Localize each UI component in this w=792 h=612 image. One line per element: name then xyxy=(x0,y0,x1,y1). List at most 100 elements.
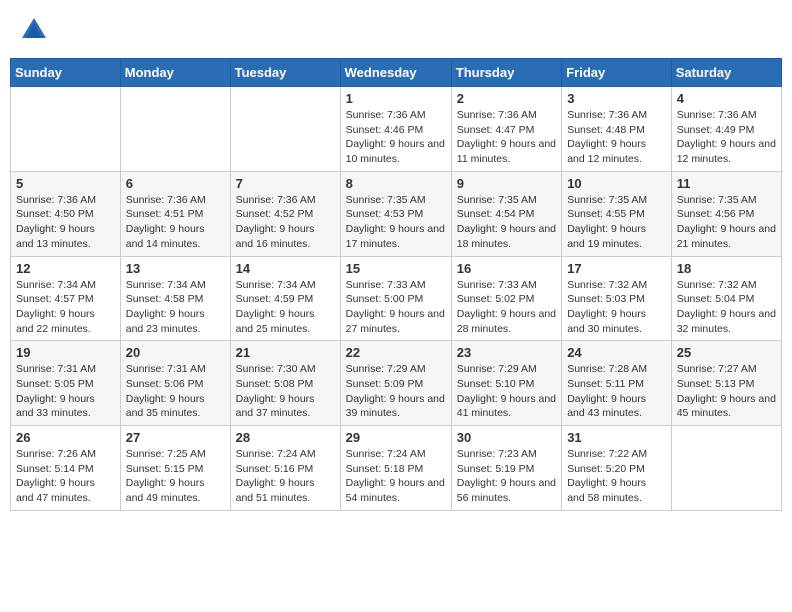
day-number: 24 xyxy=(567,345,666,360)
day-info: Sunrise: 7:36 AM Sunset: 4:46 PM Dayligh… xyxy=(346,108,446,167)
calendar-cell: 4 Sunrise: 7:36 AM Sunset: 4:49 PM Daylig… xyxy=(671,87,781,172)
calendar-cell: 27 Sunrise: 7:25 AM Sunset: 5:15 PM Dayli… xyxy=(120,426,230,511)
calendar-header-row: SundayMondayTuesdayWednesdayThursdayFrid… xyxy=(11,59,782,87)
logo xyxy=(18,14,54,46)
day-number: 2 xyxy=(457,91,556,106)
calendar-cell: 25 Sunrise: 7:27 AM Sunset: 5:13 PM Dayli… xyxy=(671,341,781,426)
calendar-week-row: 1 Sunrise: 7:36 AM Sunset: 4:46 PM Daylig… xyxy=(11,87,782,172)
weekday-header: Tuesday xyxy=(230,59,340,87)
calendar-cell: 24 Sunrise: 7:28 AM Sunset: 5:11 PM Dayli… xyxy=(562,341,672,426)
day-number: 16 xyxy=(457,261,556,276)
day-number: 10 xyxy=(567,176,666,191)
day-info: Sunrise: 7:29 AM Sunset: 5:09 PM Dayligh… xyxy=(346,362,446,421)
day-number: 21 xyxy=(236,345,335,360)
calendar-cell: 16 Sunrise: 7:33 AM Sunset: 5:02 PM Dayli… xyxy=(451,256,561,341)
day-number: 9 xyxy=(457,176,556,191)
day-info: Sunrise: 7:31 AM Sunset: 5:05 PM Dayligh… xyxy=(16,362,115,421)
day-number: 15 xyxy=(346,261,446,276)
day-info: Sunrise: 7:35 AM Sunset: 4:56 PM Dayligh… xyxy=(677,193,776,252)
calendar-cell xyxy=(120,87,230,172)
day-number: 1 xyxy=(346,91,446,106)
calendar-cell: 3 Sunrise: 7:36 AM Sunset: 4:48 PM Daylig… xyxy=(562,87,672,172)
day-number: 5 xyxy=(16,176,115,191)
day-info: Sunrise: 7:30 AM Sunset: 5:08 PM Dayligh… xyxy=(236,362,335,421)
day-info: Sunrise: 7:23 AM Sunset: 5:19 PM Dayligh… xyxy=(457,447,556,506)
calendar-week-row: 19 Sunrise: 7:31 AM Sunset: 5:05 PM Dayli… xyxy=(11,341,782,426)
calendar-cell: 17 Sunrise: 7:32 AM Sunset: 5:03 PM Dayli… xyxy=(562,256,672,341)
day-number: 7 xyxy=(236,176,335,191)
day-number: 17 xyxy=(567,261,666,276)
calendar-cell: 13 Sunrise: 7:34 AM Sunset: 4:58 PM Dayli… xyxy=(120,256,230,341)
day-info: Sunrise: 7:32 AM Sunset: 5:03 PM Dayligh… xyxy=(567,278,666,337)
weekday-header: Monday xyxy=(120,59,230,87)
weekday-header: Friday xyxy=(562,59,672,87)
calendar-cell: 18 Sunrise: 7:32 AM Sunset: 5:04 PM Dayli… xyxy=(671,256,781,341)
calendar-cell: 12 Sunrise: 7:34 AM Sunset: 4:57 PM Dayli… xyxy=(11,256,121,341)
day-info: Sunrise: 7:34 AM Sunset: 4:58 PM Dayligh… xyxy=(126,278,225,337)
calendar-cell: 29 Sunrise: 7:24 AM Sunset: 5:18 PM Dayli… xyxy=(340,426,451,511)
day-info: Sunrise: 7:28 AM Sunset: 5:11 PM Dayligh… xyxy=(567,362,666,421)
calendar-cell: 9 Sunrise: 7:35 AM Sunset: 4:54 PM Daylig… xyxy=(451,171,561,256)
day-info: Sunrise: 7:35 AM Sunset: 4:55 PM Dayligh… xyxy=(567,193,666,252)
day-number: 22 xyxy=(346,345,446,360)
day-info: Sunrise: 7:27 AM Sunset: 5:13 PM Dayligh… xyxy=(677,362,776,421)
day-info: Sunrise: 7:34 AM Sunset: 4:57 PM Dayligh… xyxy=(16,278,115,337)
calendar-cell: 6 Sunrise: 7:36 AM Sunset: 4:51 PM Daylig… xyxy=(120,171,230,256)
calendar-cell: 1 Sunrise: 7:36 AM Sunset: 4:46 PM Daylig… xyxy=(340,87,451,172)
day-number: 18 xyxy=(677,261,776,276)
day-number: 19 xyxy=(16,345,115,360)
day-number: 13 xyxy=(126,261,225,276)
calendar-cell: 19 Sunrise: 7:31 AM Sunset: 5:05 PM Dayli… xyxy=(11,341,121,426)
day-info: Sunrise: 7:32 AM Sunset: 5:04 PM Dayligh… xyxy=(677,278,776,337)
day-info: Sunrise: 7:36 AM Sunset: 4:52 PM Dayligh… xyxy=(236,193,335,252)
day-number: 3 xyxy=(567,91,666,106)
calendar-week-row: 5 Sunrise: 7:36 AM Sunset: 4:50 PM Daylig… xyxy=(11,171,782,256)
weekday-header: Thursday xyxy=(451,59,561,87)
day-info: Sunrise: 7:36 AM Sunset: 4:51 PM Dayligh… xyxy=(126,193,225,252)
day-info: Sunrise: 7:25 AM Sunset: 5:15 PM Dayligh… xyxy=(126,447,225,506)
day-info: Sunrise: 7:35 AM Sunset: 4:54 PM Dayligh… xyxy=(457,193,556,252)
day-number: 6 xyxy=(126,176,225,191)
weekday-header: Saturday xyxy=(671,59,781,87)
day-info: Sunrise: 7:31 AM Sunset: 5:06 PM Dayligh… xyxy=(126,362,225,421)
calendar-cell: 15Sunrise: 7:33 AM Sunset: 5:00 PM Dayli… xyxy=(340,256,451,341)
day-info: Sunrise: 7:33 AM Sunset: 5:02 PM Dayligh… xyxy=(457,278,556,337)
calendar-cell: 22 Sunrise: 7:29 AM Sunset: 5:09 PM Dayli… xyxy=(340,341,451,426)
day-info: Sunrise: 7:29 AM Sunset: 5:10 PM Dayligh… xyxy=(457,362,556,421)
day-number: 31 xyxy=(567,430,666,445)
day-number: 20 xyxy=(126,345,225,360)
day-number: 14 xyxy=(236,261,335,276)
weekday-header: Wednesday xyxy=(340,59,451,87)
calendar-cell: 14 Sunrise: 7:34 AM Sunset: 4:59 PM Dayli… xyxy=(230,256,340,341)
logo-icon xyxy=(18,14,50,46)
day-number: 4 xyxy=(677,91,776,106)
day-number: 28 xyxy=(236,430,335,445)
calendar-week-row: 12 Sunrise: 7:34 AM Sunset: 4:57 PM Dayli… xyxy=(11,256,782,341)
calendar-cell: 11 Sunrise: 7:35 AM Sunset: 4:56 PM Dayli… xyxy=(671,171,781,256)
day-info: Sunrise: 7:24 AM Sunset: 5:18 PM Dayligh… xyxy=(346,447,446,506)
calendar-cell xyxy=(671,426,781,511)
day-number: 27 xyxy=(126,430,225,445)
calendar-week-row: 26Sunrise: 7:26 AM Sunset: 5:14 PM Dayli… xyxy=(11,426,782,511)
day-info: Sunrise: 7:36 AM Sunset: 4:49 PM Dayligh… xyxy=(677,108,776,167)
calendar-cell: 30 Sunrise: 7:23 AM Sunset: 5:19 PM Dayli… xyxy=(451,426,561,511)
calendar-table: SundayMondayTuesdayWednesdayThursdayFrid… xyxy=(10,58,782,511)
page-header xyxy=(10,10,782,50)
day-number: 25 xyxy=(677,345,776,360)
day-number: 12 xyxy=(16,261,115,276)
day-number: 11 xyxy=(677,176,776,191)
day-info: Sunrise: 7:36 AM Sunset: 4:48 PM Dayligh… xyxy=(567,108,666,167)
calendar-cell: 20 Sunrise: 7:31 AM Sunset: 5:06 PM Dayli… xyxy=(120,341,230,426)
calendar-cell: 23 Sunrise: 7:29 AM Sunset: 5:10 PM Dayli… xyxy=(451,341,561,426)
day-info: Sunrise: 7:26 AM Sunset: 5:14 PM Dayligh… xyxy=(16,447,115,506)
day-number: 23 xyxy=(457,345,556,360)
weekday-header: Sunday xyxy=(11,59,121,87)
day-number: 29 xyxy=(346,430,446,445)
day-number: 30 xyxy=(457,430,556,445)
calendar-cell: 8Sunrise: 7:35 AM Sunset: 4:53 PM Daylig… xyxy=(340,171,451,256)
calendar-cell: 28Sunrise: 7:24 AM Sunset: 5:16 PM Dayli… xyxy=(230,426,340,511)
day-info: Sunrise: 7:34 AM Sunset: 4:59 PM Dayligh… xyxy=(236,278,335,337)
calendar-cell: 26Sunrise: 7:26 AM Sunset: 5:14 PM Dayli… xyxy=(11,426,121,511)
calendar-cell: 21 Sunrise: 7:30 AM Sunset: 5:08 PM Dayli… xyxy=(230,341,340,426)
day-info: Sunrise: 7:36 AM Sunset: 4:50 PM Dayligh… xyxy=(16,193,115,252)
